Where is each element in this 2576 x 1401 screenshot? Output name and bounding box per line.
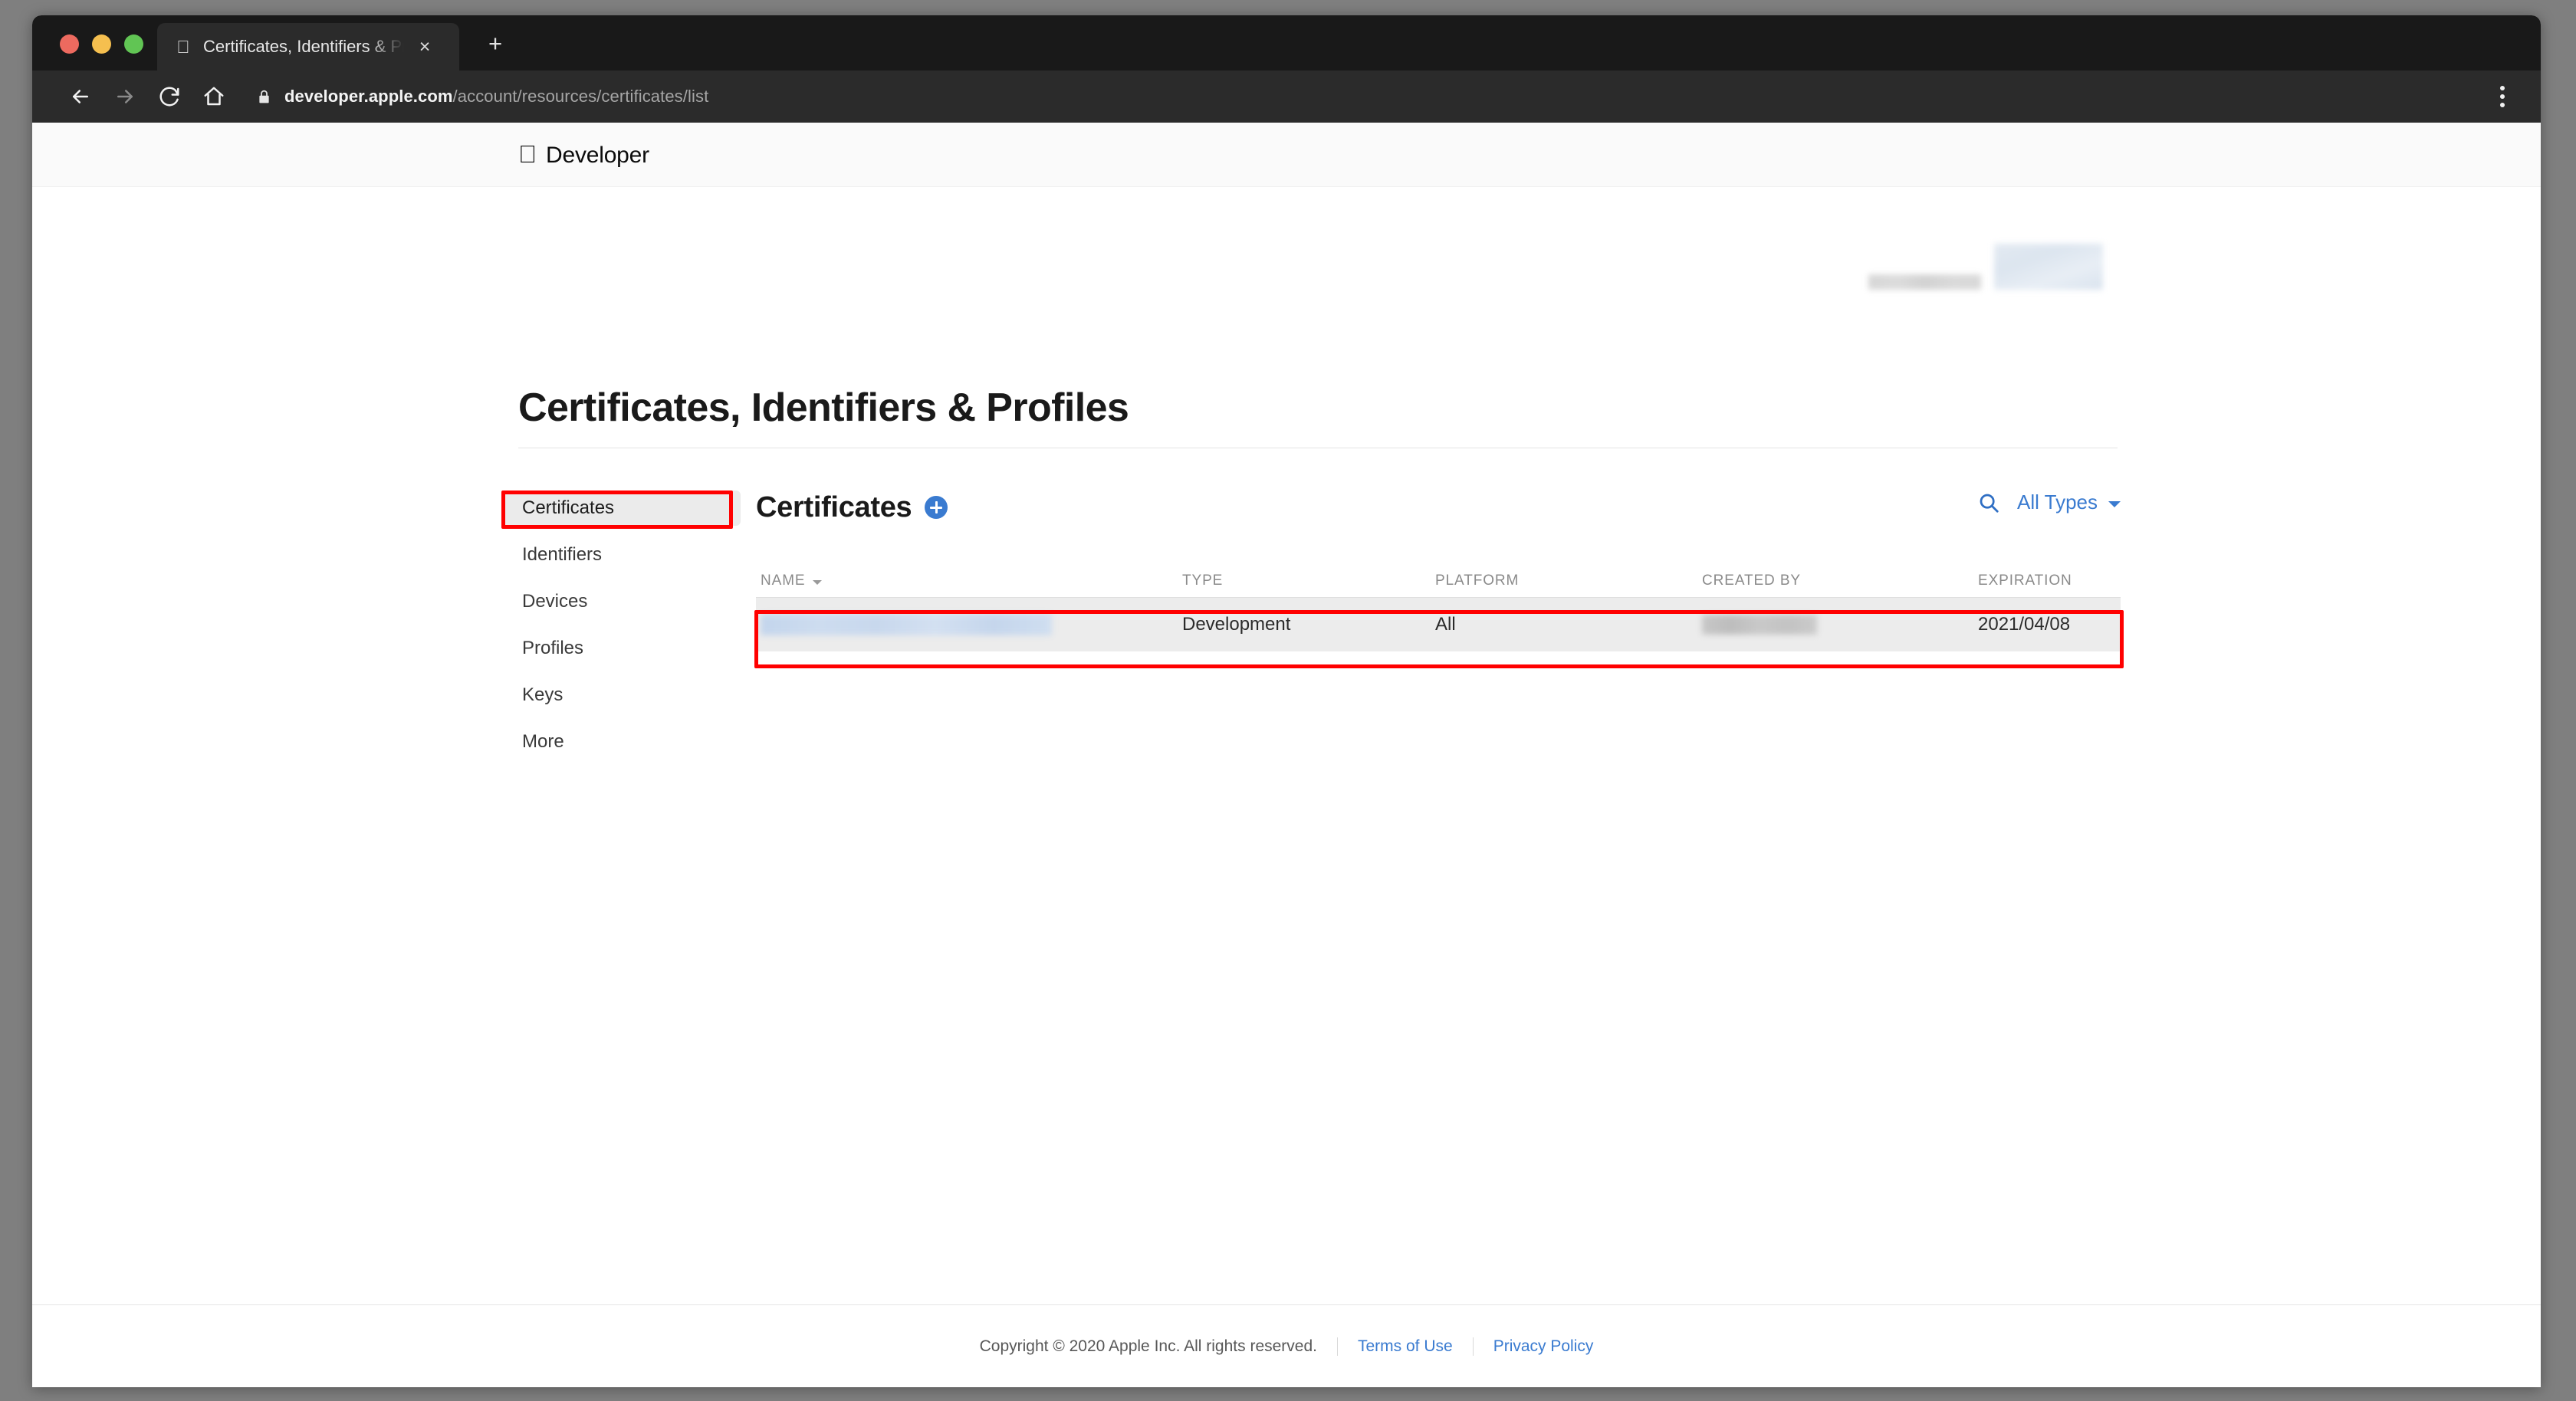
sidebar-item-label: Profiles — [522, 638, 584, 658]
sidebar-item-label: Identifiers — [522, 544, 603, 565]
column-header-created-by: CREATED BY — [1702, 572, 1802, 589]
column-header-label: NAME — [761, 572, 806, 589]
certificates-table: NAME TYPE PLATFORM CREATED BY EXPIRATION — [756, 564, 2121, 651]
sidebar-item-certificates[interactable]: Certificates — [503, 491, 741, 526]
forward-arrow-icon[interactable] — [104, 76, 146, 117]
chevron-down-icon — [812, 579, 822, 585]
apple-icon:  — [174, 38, 192, 56]
column-header-expiration: EXPIRATION — [1978, 572, 2072, 589]
url-path: /account/resources/certificates/list — [452, 87, 709, 106]
site-footer: Copyright © 2020 Apple Inc. All rights r… — [32, 1304, 2541, 1387]
account-role-redacted — [1868, 274, 1981, 290]
chevron-down-icon[interactable] — [2108, 501, 2121, 507]
minimize-window-button[interactable] — [92, 34, 111, 54]
sidebar-item-keys[interactable]: Keys — [503, 678, 741, 713]
apple-developer-logo[interactable]:  Developer — [518, 142, 649, 169]
home-icon[interactable] — [193, 76, 235, 117]
apple-icon:  — [518, 142, 537, 166]
sidebar-item-devices[interactable]: Devices — [503, 584, 741, 619]
footer-divider — [1472, 1337, 1474, 1356]
panel-header: Certificates All Types — [756, 487, 2121, 527]
sidebar-item-label: Certificates — [522, 497, 615, 518]
maximize-window-button[interactable] — [124, 34, 143, 54]
kebab-menu-icon[interactable] — [2484, 76, 2521, 117]
sidebar-item-label: More — [522, 731, 564, 752]
panel-filter-group: All Types — [1977, 491, 2121, 514]
sidebar-item-label: Devices — [522, 591, 588, 612]
sidebar-item-more[interactable]: More — [503, 724, 741, 760]
url-host: developer.apple.com — [284, 87, 453, 106]
page-title-section: Certificates, Identifiers & Profiles — [518, 385, 2118, 448]
search-icon[interactable] — [1977, 491, 2000, 514]
browser-tab-strip:  Certificates, Identifiers & Profiles ×… — [32, 15, 2541, 71]
reload-icon[interactable] — [149, 76, 190, 117]
cell-type: Development — [1182, 614, 1291, 635]
site-header:  Developer — [32, 123, 2541, 187]
address-bar[interactable]: developer.apple.com/account/resources/ce… — [238, 76, 2476, 117]
browser-tab-title: Certificates, Identifiers & Profiles — [203, 37, 404, 56]
sidebar-nav: Certificates Identifiers Devices Profile… — [503, 491, 741, 771]
desktop-background:  Certificates, Identifiers & Profiles ×… — [0, 0, 2576, 1401]
column-header-type: TYPE — [1182, 572, 1224, 589]
new-tab-button[interactable]: + — [482, 31, 508, 55]
window-traffic-lights — [32, 34, 157, 71]
page-title: Certificates, Identifiers & Profiles — [518, 386, 1129, 430]
table-row[interactable]: Development All 2021/04/08 — [756, 598, 2121, 651]
footer-divider — [1336, 1337, 1338, 1356]
browser-tab[interactable]:  Certificates, Identifiers & Profiles × — [157, 23, 459, 71]
type-filter-dropdown[interactable]: All Types — [2017, 491, 2098, 514]
sidebar-item-profiles[interactable]: Profiles — [503, 631, 741, 666]
browser-toolbar: developer.apple.com/account/resources/ce… — [32, 71, 2541, 123]
cell-expiration: 2021/04/08 — [1978, 614, 2071, 635]
column-header-name[interactable]: NAME — [756, 573, 1182, 589]
back-arrow-icon[interactable] — [60, 76, 101, 117]
table-header-row: NAME TYPE PLATFORM CREATED BY EXPIRATION — [756, 564, 2121, 598]
brand-label: Developer — [527, 143, 649, 168]
add-certificate-button[interactable] — [925, 496, 948, 519]
close-tab-icon[interactable]: × — [415, 37, 435, 57]
terms-of-use-link[interactable]: Terms of Use — [1358, 1337, 1453, 1356]
cell-created-by — [1702, 615, 1978, 635]
created-by-redacted — [1702, 615, 1817, 635]
address-bar-url: developer.apple.com/account/resources/ce… — [284, 87, 708, 107]
close-window-button[interactable] — [60, 34, 79, 54]
browser-window:  Certificates, Identifiers & Profiles ×… — [32, 15, 2541, 1387]
copyright-text: Copyright © 2020 Apple Inc. All rights r… — [979, 1337, 1317, 1355]
certificate-name-redacted — [761, 614, 1052, 635]
privacy-policy-link[interactable]: Privacy Policy — [1493, 1337, 1594, 1356]
page-viewport:  Developer Certificates, Identifiers & … — [32, 123, 2541, 1387]
lock-icon — [256, 89, 272, 105]
cell-name[interactable] — [756, 614, 1182, 635]
certificates-panel: Certificates All Types NAME TYPE PLATFOR… — [756, 487, 2121, 651]
sidebar-item-identifiers[interactable]: Identifiers — [503, 537, 741, 573]
cell-platform: All — [1435, 614, 1456, 635]
sidebar-item-label: Keys — [522, 684, 564, 705]
account-name-redacted — [1994, 244, 2103, 290]
panel-title: Certificates — [756, 491, 912, 523]
column-header-platform: PLATFORM — [1435, 572, 1520, 589]
